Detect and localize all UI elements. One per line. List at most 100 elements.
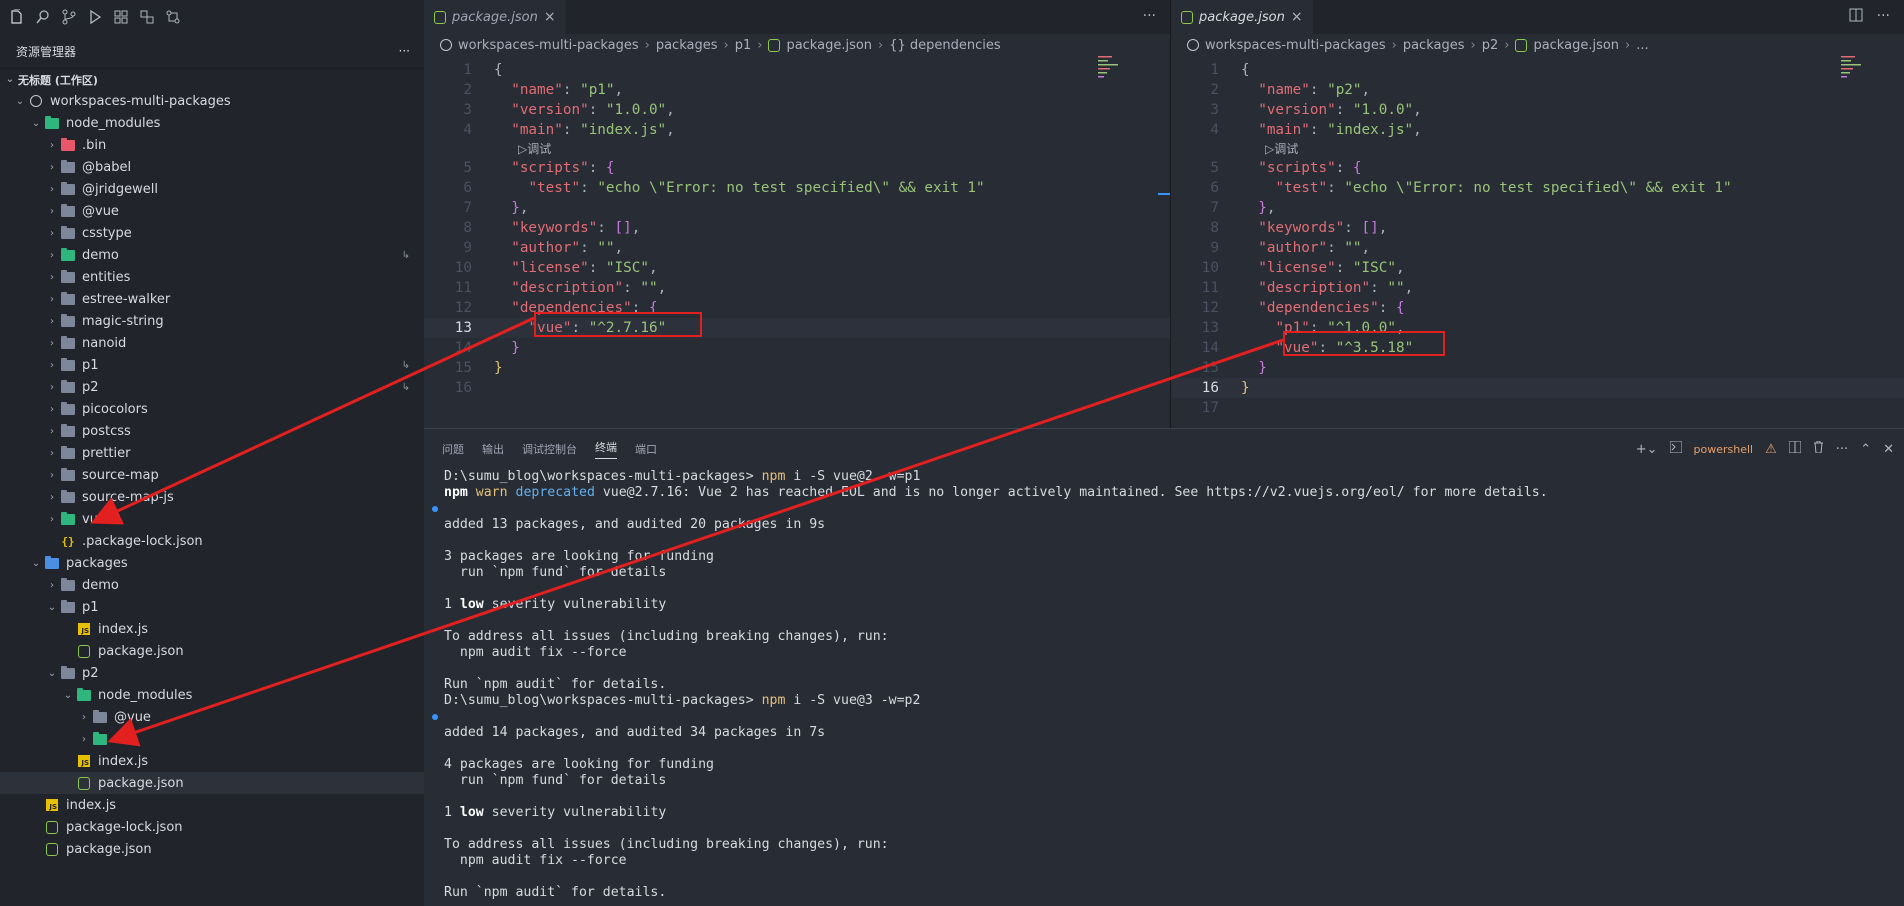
tree-at-vue[interactable]: › @vue bbox=[0, 200, 424, 222]
warning-icon: ⚠ bbox=[1765, 441, 1777, 457]
terminal-text: low bbox=[459, 805, 484, 820]
line-number: 1 bbox=[1210, 62, 1219, 78]
minimap[interactable] bbox=[1841, 56, 1863, 82]
more-icon[interactable]: ··· bbox=[1836, 442, 1848, 457]
tree-p1-package[interactable]: package.json bbox=[0, 640, 424, 662]
tree-bin[interactable]: › .bin bbox=[0, 134, 424, 156]
git-graph-icon[interactable] bbox=[162, 6, 184, 28]
tree-picocolors[interactable]: › picocolors bbox=[0, 398, 424, 420]
tree-item-label: node_modules bbox=[98, 687, 193, 703]
terminal-output[interactable]: D:\sumu_blog\workspaces-multi-packages> … bbox=[424, 469, 1904, 901]
tree-jridgewell[interactable]: › @jridgewell bbox=[0, 178, 424, 200]
code-token: : bbox=[597, 220, 615, 236]
more-actions-button[interactable]: ··· bbox=[1877, 8, 1890, 26]
tree-p2-package[interactable]: package.json bbox=[0, 772, 424, 794]
search-icon[interactable] bbox=[32, 6, 54, 28]
code-token: , bbox=[1413, 102, 1422, 118]
code-token: } bbox=[494, 360, 503, 376]
extensions-icon[interactable] bbox=[110, 6, 132, 28]
tree-packages-p1[interactable]: ⌄ p1 bbox=[0, 596, 424, 618]
tree-packages-demo[interactable]: › demo bbox=[0, 574, 424, 596]
panel-tab[interactable]: 端口 bbox=[635, 441, 657, 457]
source-control-icon[interactable] bbox=[58, 6, 80, 28]
tree-hidden-lock[interactable]: {} .package-lock.json bbox=[0, 530, 424, 552]
tree-magic-string[interactable]: › magic-string bbox=[0, 310, 424, 332]
terminal-line: 4 packages are looking for funding bbox=[444, 757, 1904, 773]
split-editor-icon[interactable] bbox=[1849, 8, 1863, 26]
tree-entities[interactable]: › entities bbox=[0, 266, 424, 288]
split-terminal-icon[interactable] bbox=[1788, 440, 1802, 457]
codelens-debug[interactable]: ▷调试 bbox=[424, 140, 1170, 158]
folder-icon-wrap bbox=[44, 555, 60, 570]
tree-babel[interactable]: › @babel bbox=[0, 156, 424, 178]
tree-csstype[interactable]: › csstype bbox=[0, 222, 424, 244]
code-token: "keywords" bbox=[1258, 220, 1345, 236]
minimap[interactable] bbox=[1098, 56, 1120, 82]
close-panel-icon[interactable]: ✕ bbox=[1883, 442, 1894, 457]
tree-postcss[interactable]: › postcss bbox=[0, 420, 424, 442]
tree-p2-node-modules[interactable]: ⌄ node_modules bbox=[0, 684, 424, 706]
tree-packages-p2[interactable]: ⌄ p2 bbox=[0, 662, 424, 684]
breadcrumb-item[interactable]: ... bbox=[1636, 38, 1648, 53]
panel-tab[interactable]: 问题 bbox=[442, 441, 464, 457]
panel-tab[interactable]: 输出 bbox=[482, 441, 504, 457]
tab-package-json-p2[interactable]: package.json × bbox=[1171, 0, 1313, 34]
tree-prettier[interactable]: › prettier bbox=[0, 442, 424, 464]
tree-node-modules[interactable]: ⌄ node_modules bbox=[0, 112, 424, 134]
tree-p2-vue[interactable]: › vue bbox=[0, 728, 424, 750]
code-area[interactable]: 1{2 "name": "p1", 3 "version": "1.0.0", 4 … bbox=[424, 56, 1170, 398]
node-json-icon-wrap bbox=[44, 842, 60, 856]
tree-p2-at-vue[interactable]: › @vue bbox=[0, 706, 424, 728]
chevron-right-icon: › bbox=[50, 579, 54, 591]
tree-demo-link[interactable]: › demo ↳ bbox=[0, 244, 424, 266]
workspace-header[interactable]: ⌄ 无标题 (工作区) bbox=[0, 68, 424, 90]
panel-tab[interactable]: 调试控制台 bbox=[522, 441, 577, 457]
tree-estree-walker[interactable]: › estree-walker bbox=[0, 288, 424, 310]
shell-label[interactable]: powershell bbox=[1694, 443, 1754, 456]
tree-p1-link[interactable]: › p1 ↳ bbox=[0, 354, 424, 376]
chevron-right-icon: › bbox=[50, 359, 54, 371]
js-file-icon-wrap: JS bbox=[76, 754, 92, 768]
tree-root-package[interactable]: package.json bbox=[0, 838, 424, 860]
close-icon[interactable]: × bbox=[544, 9, 556, 25]
new-terminal-icon[interactable]: +⌄ bbox=[1636, 442, 1658, 457]
code-area[interactable]: 1{2 "name": "p2", 3 "version": "1.0.0", 4 … bbox=[1171, 56, 1904, 418]
breadcrumb-item[interactable]: {} dependencies bbox=[889, 38, 1000, 53]
tree-p1-index[interactable]: JS index.js bbox=[0, 618, 424, 640]
line-number: 14 bbox=[454, 340, 472, 356]
panel-tab[interactable]: 终端 bbox=[595, 439, 617, 459]
files-icon[interactable] bbox=[6, 6, 28, 28]
tree-p2-link[interactable]: › p2 ↳ bbox=[0, 376, 424, 398]
breadcrumb-item[interactable]: packages bbox=[1403, 38, 1465, 53]
tree-packages[interactable]: ⌄ packages bbox=[0, 552, 424, 574]
tree-root-index[interactable]: JS index.js bbox=[0, 794, 424, 816]
tree-nanoid[interactable]: › nanoid bbox=[0, 332, 424, 354]
more-actions-button[interactable]: ··· bbox=[1143, 8, 1156, 24]
breadcrumb-item[interactable]: packages bbox=[656, 38, 718, 53]
breadcrumb-item[interactable]: p1 bbox=[735, 38, 752, 53]
tab-package-json-p1[interactable]: package.json × bbox=[424, 0, 566, 34]
tree-item-label: .bin bbox=[82, 137, 107, 153]
chevron-up-icon[interactable]: ⌃ bbox=[1860, 442, 1871, 457]
tree-p2-index[interactable]: JS index.js bbox=[0, 750, 424, 772]
breadcrumb-item[interactable]: package.json bbox=[786, 38, 872, 53]
tree-root-lock[interactable]: package-lock.json bbox=[0, 816, 424, 838]
remote-explorer-icon[interactable] bbox=[136, 6, 158, 28]
breadcrumb-item[interactable]: p2 bbox=[1482, 38, 1499, 53]
tree-root[interactable]: ⌄ workspaces-multi-packages bbox=[0, 90, 424, 112]
breadcrumb-item[interactable]: workspaces-multi-packages bbox=[1205, 38, 1386, 53]
tree-source-map-js[interactable]: › source-map-js bbox=[0, 486, 424, 508]
close-icon[interactable]: × bbox=[1291, 9, 1303, 25]
explorer-more-button[interactable]: ··· bbox=[399, 44, 410, 58]
line-text: "license": "ISC", bbox=[1219, 258, 1404, 278]
tree-source-map[interactable]: › source-map bbox=[0, 464, 424, 486]
tree-vue[interactable]: › vue bbox=[0, 508, 424, 530]
breadcrumb-item[interactable]: workspaces-multi-packages bbox=[458, 38, 639, 53]
codelens-debug[interactable]: ▷调试 bbox=[1171, 140, 1904, 158]
breadcrumb-item[interactable]: package.json bbox=[1533, 38, 1619, 53]
run-debug-icon[interactable] bbox=[84, 6, 106, 28]
code-token: "1.0.0" bbox=[605, 102, 667, 118]
trash-icon[interactable] bbox=[1813, 440, 1824, 457]
line-text: "keywords": [], bbox=[1219, 218, 1387, 238]
